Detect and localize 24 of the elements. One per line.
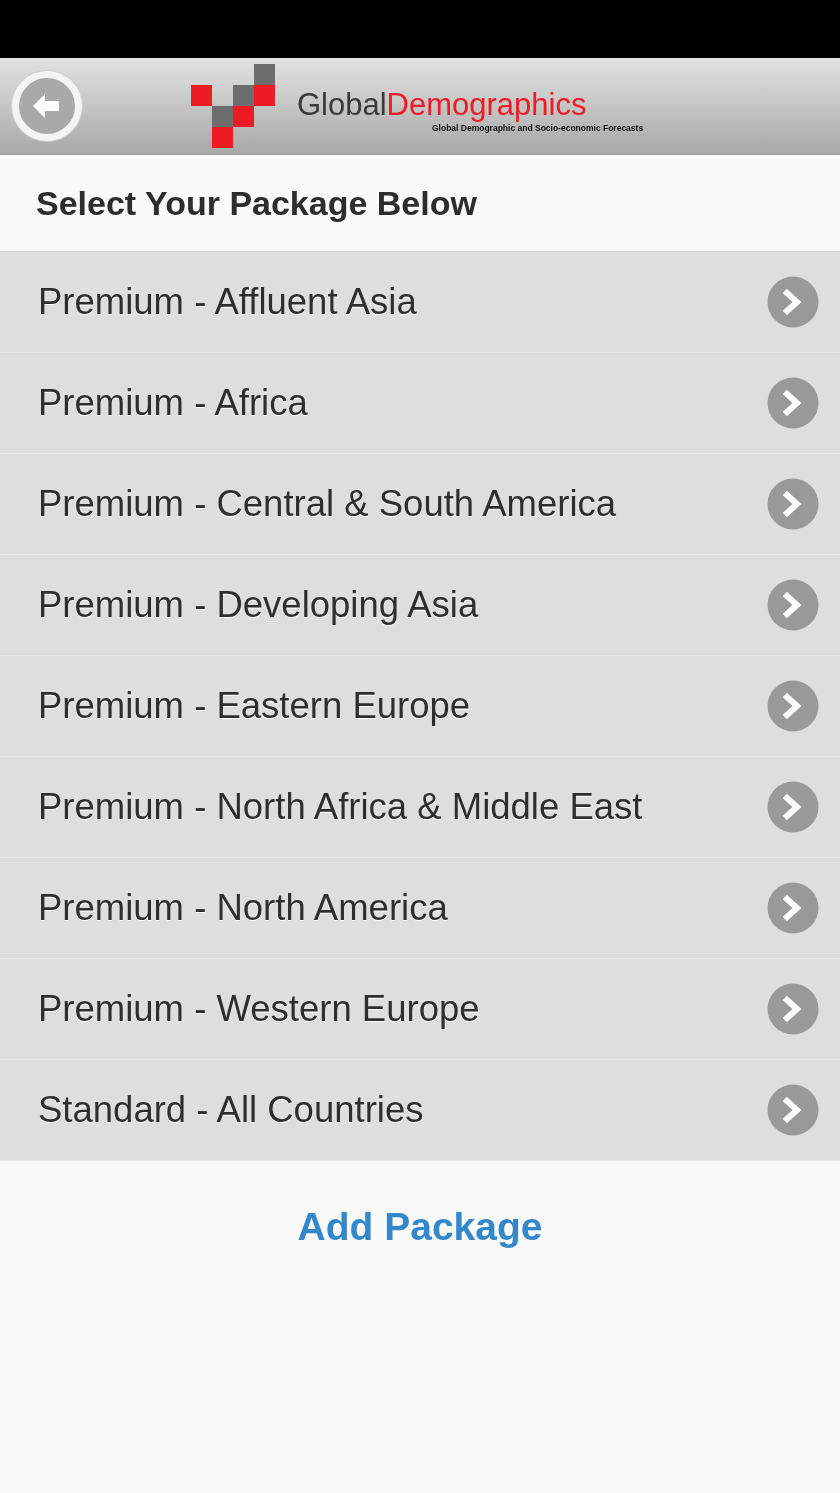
package-list-item[interactable]: Premium - North America bbox=[0, 858, 840, 959]
logo-mark-icon bbox=[191, 64, 275, 148]
chevron-right-icon bbox=[767, 276, 819, 328]
chevron-right-icon bbox=[767, 983, 819, 1035]
package-list-item[interactable]: Premium - Africa bbox=[0, 353, 840, 454]
chevron-right-icon bbox=[767, 781, 819, 833]
chevron-right-icon bbox=[767, 882, 819, 934]
package-list-item[interactable]: Premium - Western Europe bbox=[0, 959, 840, 1060]
package-list-item[interactable]: Premium - Affluent Asia bbox=[0, 252, 840, 353]
chevron-right-icon bbox=[767, 1084, 819, 1136]
package-list-item[interactable]: Premium - Eastern Europe bbox=[0, 656, 840, 757]
section-title: Select Your Package Below bbox=[36, 183, 477, 223]
package-list-item[interactable]: Premium - Central & South America bbox=[0, 454, 840, 555]
package-list-item[interactable]: Premium - Developing Asia bbox=[0, 555, 840, 656]
add-package-link[interactable]: Add Package bbox=[289, 1201, 551, 1253]
package-list-item[interactable]: Premium - North Africa & Middle East bbox=[0, 757, 840, 858]
left-arrow-icon bbox=[33, 94, 59, 118]
logo-tagline: Global Demographic and Socio-economic Forecasts bbox=[432, 122, 644, 133]
logo-wordmark: GlobalDemographics bbox=[297, 87, 587, 122]
chevron-right-icon bbox=[767, 680, 819, 732]
chevron-right-icon bbox=[767, 579, 819, 631]
chevron-right-icon bbox=[767, 478, 819, 530]
package-list-item[interactable]: Standard - All Countries bbox=[0, 1060, 840, 1161]
chevron-right-icon bbox=[767, 377, 819, 429]
